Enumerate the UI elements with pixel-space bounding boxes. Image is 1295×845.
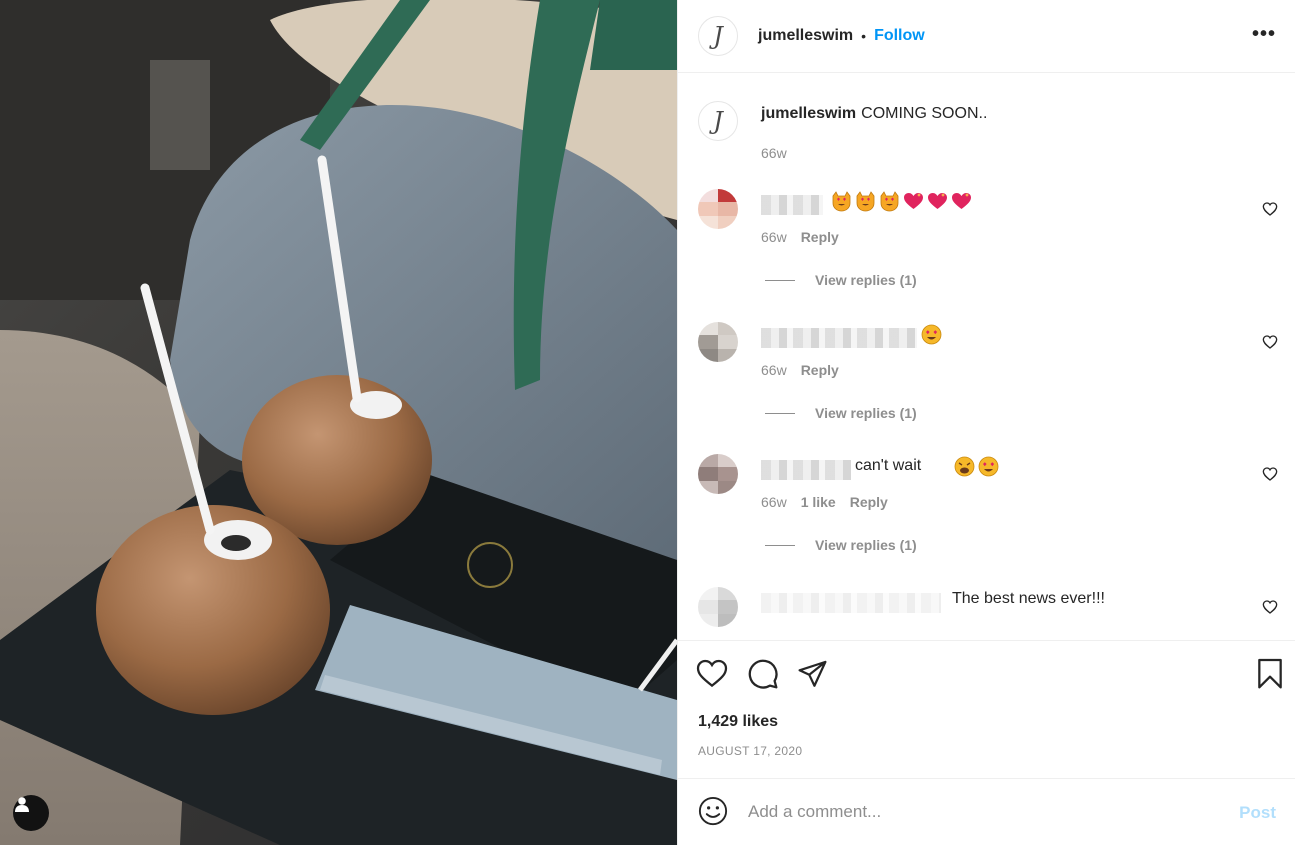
comments-list[interactable]: J jumelleswim COMING SOON.. 66w 66w Repl… [678, 73, 1295, 640]
post-header: J jumelleswim • Follow ••• [678, 0, 1295, 73]
heart-eyes-emoji [921, 324, 942, 345]
sparkling-heart-emoji [903, 191, 924, 212]
caption-text: jumelleswim COMING SOON.. [761, 105, 987, 123]
author-avatar[interactable]: J [698, 16, 738, 56]
tagged-users-button[interactable] [13, 795, 49, 831]
add-comment-bar: Post [678, 779, 1295, 845]
comment-like-heart-icon[interactable] [1262, 334, 1278, 350]
comment-timestamp[interactable]: 66w [761, 494, 787, 510]
bookmark-icon[interactable] [1256, 658, 1284, 690]
commenter-avatar[interactable] [698, 189, 738, 229]
view-replies-label: View replies (1) [815, 272, 917, 288]
reply-button[interactable]: Reply [850, 494, 888, 510]
comment-like-heart-icon[interactable] [1262, 466, 1278, 482]
commenter-username-redacted[interactable] [761, 195, 823, 215]
comment-input[interactable] [748, 797, 1218, 827]
separator-dot: • [861, 28, 867, 44]
view-replies-label: View replies (1) [815, 405, 917, 421]
post-comment-button[interactable]: Post [1239, 803, 1276, 823]
author-username[interactable]: jumelleswim [758, 27, 853, 45]
commenter-avatar[interactable] [698, 322, 738, 362]
comment-meta: 66w Reply [761, 362, 839, 378]
photo-illustration [0, 0, 677, 845]
avatar-monogram: J [713, 22, 723, 50]
comment-text: can't wait [855, 457, 922, 474]
follow-button[interactable]: Follow [874, 27, 925, 45]
post-actions: 1,429 likes AUGUST 17, 2020 [678, 640, 1295, 779]
likes-count[interactable]: 1,429 likes [698, 713, 778, 731]
view-replies-button[interactable]: View replies (1) [765, 405, 917, 421]
comment-emojis [954, 456, 999, 477]
view-replies-button[interactable]: View replies (1) [765, 537, 917, 553]
commenter-username-redacted[interactable] [761, 593, 941, 613]
heart-eyes-cat-emoji [879, 191, 900, 212]
comment-timestamp[interactable]: 66w [761, 229, 787, 245]
commenter-avatar[interactable] [698, 587, 738, 627]
post-date[interactable]: AUGUST 17, 2020 [698, 744, 802, 758]
sparkling-heart-emoji [951, 191, 972, 212]
paper-plane-icon[interactable] [797, 658, 828, 689]
comment-meta: 66w 1 like Reply [761, 494, 888, 510]
view-replies-label: View replies (1) [815, 537, 917, 553]
caption-avatar[interactable]: J [698, 101, 738, 141]
replies-divider [765, 412, 795, 414]
commenter-avatar[interactable] [698, 454, 738, 494]
comment-text: The best news ever!!! [952, 590, 1105, 607]
comment-emojis [921, 324, 942, 345]
more-options-button[interactable]: ••• [1252, 24, 1276, 44]
commenter-username-redacted[interactable] [761, 328, 917, 348]
replies-divider [765, 279, 795, 281]
reply-button[interactable]: Reply [801, 229, 839, 245]
comment-like-heart-icon[interactable] [1262, 599, 1278, 615]
smiley-icon[interactable] [698, 796, 728, 826]
comment-bubble-icon[interactable] [747, 658, 779, 690]
heart-eyes-cat-emoji [855, 191, 876, 212]
post-photo[interactable] [0, 0, 677, 845]
heart-eyes-cat-emoji [831, 191, 852, 212]
avatar-monogram: J [713, 107, 723, 135]
weary-face-emoji [954, 456, 975, 477]
comment-meta: 66w Reply [761, 229, 839, 245]
comment-likes-count[interactable]: 1 like [801, 494, 836, 510]
heart-eyes-emoji [978, 456, 999, 477]
caption-body: COMING SOON.. [861, 105, 988, 122]
comment-like-heart-icon[interactable] [1262, 201, 1278, 217]
heart-icon[interactable] [696, 658, 728, 688]
comment-timestamp[interactable]: 66w [761, 362, 787, 378]
view-replies-button[interactable]: View replies (1) [765, 272, 917, 288]
reply-button[interactable]: Reply [801, 362, 839, 378]
caption-username[interactable]: jumelleswim [761, 105, 856, 122]
replies-divider [765, 544, 795, 546]
user-icon [15, 797, 29, 812]
sparkling-heart-emoji [927, 191, 948, 212]
comment-emojis [831, 191, 972, 212]
post-detail-panel: J jumelleswim • Follow ••• J jumelleswim… [677, 0, 1295, 845]
commenter-username-redacted[interactable] [761, 460, 851, 480]
caption-timestamp[interactable]: 66w [761, 145, 787, 161]
